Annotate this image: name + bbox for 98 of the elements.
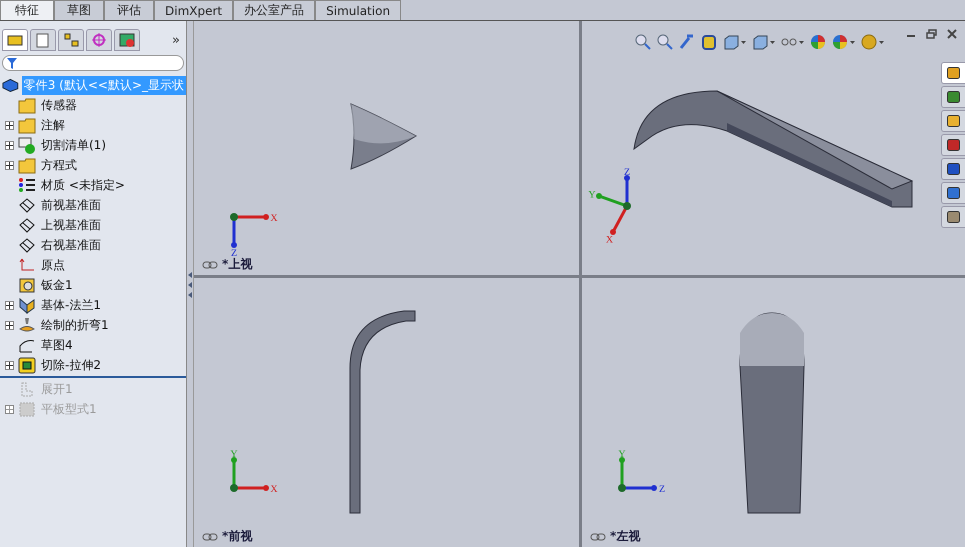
tree-item[interactable]: 切除-拉伸2: [39, 356, 103, 374]
palette-view-tab[interactable]: [941, 158, 965, 180]
axis-label: Z: [624, 167, 630, 178]
cut-extrude-icon: [18, 356, 36, 374]
axis-label: Z: [658, 484, 666, 495]
origin-dot-icon: [230, 484, 238, 492]
axis-label: X: [270, 484, 278, 495]
part-top-view-drawing: [350, 104, 416, 170]
command-tab[interactable]: 草图: [54, 0, 104, 20]
axis-label: Y: [230, 449, 238, 460]
origin-icon: [18, 256, 36, 274]
command-tab[interactable]: Simulation: [315, 0, 402, 20]
tree-item[interactable]: 方程式: [39, 156, 79, 174]
tree-item[interactable]: 草图4: [39, 336, 75, 354]
tree-item[interactable]: 前视基准面: [39, 196, 103, 214]
tree-item[interactable]: 钣金1: [39, 276, 75, 294]
panel-tab[interactable]: [30, 29, 56, 51]
folder-tab[interactable]: [941, 110, 965, 132]
flat-pattern-icon: [18, 400, 36, 418]
tree-item[interactable]: 材质 <未指定>: [39, 176, 127, 194]
annotation-folder-icon: [18, 116, 36, 134]
restore-icon[interactable]: [926, 29, 937, 39]
caret-icon: [770, 40, 775, 44]
origin-dot-icon: [623, 202, 631, 210]
equation-folder-icon: [18, 156, 36, 174]
panel-tab[interactable]: [58, 29, 84, 51]
base-flange-icon: [18, 296, 36, 314]
filter-field[interactable]: [2, 55, 184, 71]
origin-dot-icon: [230, 213, 238, 221]
panel-tab[interactable]: [2, 29, 28, 51]
appearance-tab[interactable]: [941, 182, 965, 204]
zoom-area-button[interactable]: [656, 34, 674, 50]
tree-item[interactable]: 右视基准面: [39, 236, 103, 254]
display-style-icon: [752, 34, 768, 50]
link-view-icon: [202, 532, 218, 540]
display-icon: [118, 32, 136, 48]
collapse-handle-icon[interactable]: [187, 269, 193, 299]
tree-item[interactable]: 上视基准面: [39, 216, 103, 234]
command-tab[interactable]: 办公室产品: [233, 0, 316, 20]
link-view-icon: [590, 532, 606, 540]
axis-label: Z: [230, 248, 238, 259]
view-label: *上视: [222, 256, 252, 273]
sheet-metal-icon: [18, 276, 36, 294]
display-style-button[interactable]: [751, 34, 776, 50]
clipboard-tab[interactable]: [941, 206, 965, 228]
plane-icon: [18, 196, 36, 214]
zoom-fit-icon: [635, 34, 651, 50]
more-button[interactable]: »: [168, 32, 184, 48]
expand-icon[interactable]: [5, 320, 14, 330]
sketched-bend-icon: [18, 316, 36, 334]
panel-tab[interactable]: [114, 29, 140, 51]
plane-icon: [18, 236, 36, 254]
caret-icon: [799, 40, 804, 44]
tree-item[interactable]: 切割清单(1): [39, 136, 108, 154]
target-icon: [90, 32, 108, 48]
filter-icon: [7, 58, 17, 68]
caret-icon: [850, 40, 855, 44]
tree-item[interactable]: 绘制的折弯1: [39, 316, 111, 334]
tree-item[interactable]: 原点: [39, 256, 67, 274]
expand-icon[interactable]: [5, 300, 14, 310]
scene-icon: [832, 34, 848, 50]
view-orientation-button[interactable]: [722, 34, 747, 50]
axis-label: X: [606, 234, 614, 246]
command-tab[interactable]: 特征: [0, 0, 54, 20]
chart-tab[interactable]: [941, 86, 965, 108]
scene-button[interactable]: [831, 34, 856, 50]
part-icon: [2, 77, 19, 93]
axis-label: Y: [588, 190, 596, 200]
tree-item[interactable]: 注解: [39, 116, 67, 134]
view-label: *前视: [222, 528, 252, 545]
tree-item[interactable]: 基体-法兰1: [39, 296, 103, 314]
plane-icon: [18, 216, 36, 234]
sphere-icon: [861, 34, 877, 50]
home-tab[interactable]: [941, 62, 965, 84]
material-icon: [18, 176, 36, 194]
axis-label: Y: [618, 449, 626, 460]
expand-icon[interactable]: [5, 360, 14, 370]
zoom-fit-button[interactable]: [634, 34, 652, 50]
origin-dot-icon: [618, 484, 626, 492]
tree-item[interactable]: 传感器: [39, 96, 79, 114]
caret-icon: [741, 40, 746, 44]
command-tab[interactable]: DimXpert: [154, 0, 234, 20]
caret-icon: [879, 40, 884, 44]
expand-icon[interactable]: [5, 140, 14, 150]
sphere-button[interactable]: [860, 34, 885, 50]
library-tab[interactable]: [941, 134, 965, 156]
close-icon[interactable]: [947, 29, 957, 39]
axis-label: X: [270, 213, 278, 224]
zoom-area-icon: [657, 34, 673, 50]
link-view-icon: [202, 260, 218, 268]
sensor-folder-icon: [18, 96, 36, 114]
glasses-icon: [781, 38, 797, 46]
cut-list-icon: [18, 136, 36, 154]
expand-icon[interactable]: [5, 120, 14, 130]
view-label: *左视: [610, 528, 640, 545]
expand-icon[interactable]: [5, 160, 14, 170]
view-orientation-icon: [723, 34, 739, 50]
command-tab[interactable]: 评估: [104, 0, 154, 20]
